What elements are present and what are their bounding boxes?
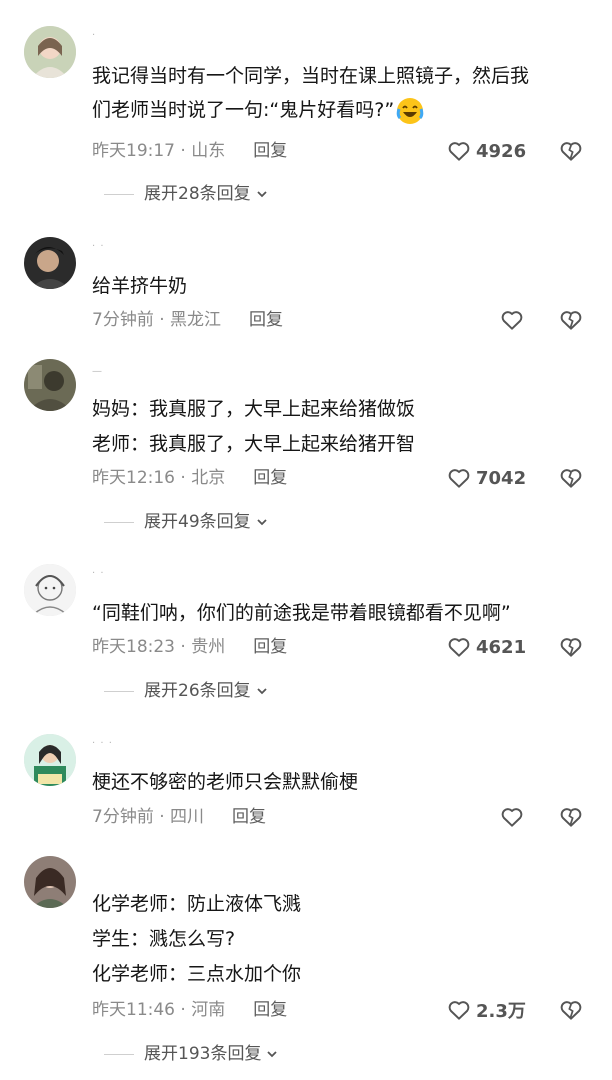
comment-location: 黑龙江 — [170, 310, 222, 330]
username[interactable]: — — [92, 366, 103, 377]
comment-text-line: 梗还不够密的老师只会默默偷梗 — [92, 771, 359, 793]
heart-outline-icon — [448, 142, 470, 161]
username[interactable]: · · — [92, 241, 105, 252]
comment-location: 山东 — [191, 141, 226, 161]
dislike-button[interactable] — [557, 463, 585, 493]
dislike-button[interactable] — [557, 305, 585, 335]
chevron-down-icon — [267, 1051, 278, 1058]
expand-replies-button[interactable]: 展开193条回复 — [104, 1039, 279, 1069]
avatar[interactable] — [24, 856, 76, 908]
comment-time: 昨天12:16 — [92, 468, 175, 488]
reply-button[interactable]: 回复 — [249, 310, 283, 330]
comment-location: 河南 — [191, 1000, 226, 1020]
divider — [104, 193, 134, 195]
reply-button[interactable]: 回复 — [232, 807, 266, 827]
expand-replies-label: 展开26条回复 — [144, 681, 251, 701]
comment-meta: 7分钟前 · 黑龙江 回复 — [92, 310, 284, 330]
username[interactable]: · · · — [92, 738, 113, 749]
like-button[interactable] — [499, 305, 529, 335]
like-count: 4926 — [476, 140, 527, 162]
avatar[interactable] — [24, 26, 76, 78]
dislike-button[interactable] — [557, 802, 585, 832]
reply-button[interactable]: 回复 — [253, 468, 287, 488]
reply-button[interactable]: 回复 — [253, 141, 287, 161]
broken-heart-icon — [560, 469, 582, 488]
comment-text-line: 们老师当时说了一句:“鬼片好看吗?” — [92, 93, 424, 127]
heart-outline-icon — [448, 1001, 470, 1020]
like-button[interactable] — [499, 802, 529, 832]
chevron-down-icon — [257, 191, 267, 198]
comment-meta: 昨天18:23 · 贵州 回复 — [92, 637, 288, 657]
broken-heart-icon — [560, 1001, 582, 1020]
chevron-down-icon — [257, 519, 267, 526]
comment-location: 北京 — [191, 468, 226, 488]
like-button[interactable]: 2.3万 — [446, 995, 526, 1025]
avatar[interactable] — [24, 237, 76, 289]
heart-outline-icon — [501, 311, 523, 330]
comment-text-line: 我记得当时有一个同学，当时在课上照镜子，然后我 — [92, 65, 530, 87]
comment-time: 7分钟前 — [92, 807, 154, 827]
comment-time: 7分钟前 — [92, 310, 154, 330]
comment-location: 贵州 — [191, 637, 226, 657]
chevron-down-icon — [257, 688, 267, 695]
like-count: 7042 — [476, 467, 527, 489]
like-button[interactable]: 4621 — [446, 632, 526, 662]
comment-text-line: 老师：我真服了，大早上起来给猪开智 — [92, 433, 416, 455]
avatar[interactable] — [24, 359, 76, 411]
username[interactable]: · · — [92, 568, 105, 579]
heart-outline-icon — [448, 469, 470, 488]
comment-meta: 7分钟前 · 四川 回复 — [92, 807, 267, 827]
reply-button[interactable]: 回复 — [253, 1000, 287, 1020]
like-button[interactable]: 7042 — [446, 463, 526, 493]
dislike-button[interactable] — [557, 136, 585, 166]
heart-outline-icon — [448, 638, 470, 657]
expand-replies-button[interactable]: 展开26条回复 — [104, 676, 269, 706]
comment-time: 昨天11:46 — [92, 1000, 175, 1020]
comment-meta: 昨天11:46 · 河南 回复 — [92, 1000, 288, 1020]
avatar[interactable] — [24, 734, 76, 786]
expand-replies-label: 展开193条回复 — [144, 1044, 262, 1064]
like-button[interactable]: 4926 — [446, 136, 526, 166]
broken-heart-icon — [560, 808, 582, 827]
comment-meta: 昨天12:16 · 北京 回复 — [92, 468, 288, 488]
expand-replies-button[interactable]: 展开49条回复 — [104, 507, 269, 537]
comment-text-line: 妈妈：我真服了，大早上起来给猪做饭 — [92, 398, 416, 420]
divider — [104, 1053, 134, 1055]
reply-button[interactable]: 回复 — [253, 637, 287, 657]
comment-text-line: 化学老师：防止液体飞溅 — [92, 893, 302, 915]
comment-location: 四川 — [170, 807, 205, 827]
expand-replies-label: 展开28条回复 — [144, 184, 251, 204]
comment-text-line: 学生：溅怎么写? — [92, 928, 236, 950]
comment-text-segment: 们老师当时说了一句:“鬼片好看吗?” — [92, 99, 395, 121]
username[interactable]: · — [92, 30, 96, 41]
comment-text-line: 化学老师：三点水加个你 — [92, 963, 302, 985]
expand-replies-button[interactable]: 展开28条回复 — [104, 179, 269, 209]
divider — [104, 690, 134, 692]
comment-time: 昨天19:17 — [92, 141, 175, 161]
divider — [104, 521, 134, 523]
crying-laughing-emoji-icon — [396, 97, 424, 124]
dislike-button[interactable] — [557, 632, 585, 662]
heart-outline-icon — [501, 808, 523, 827]
broken-heart-icon — [560, 311, 582, 330]
comment-meta: 昨天19:17 · 山东 回复 — [92, 141, 288, 161]
comment-time: 昨天18:23 — [92, 637, 175, 657]
broken-heart-icon — [560, 638, 582, 657]
like-count: 2.3万 — [476, 1001, 526, 1022]
like-count: 4621 — [476, 636, 527, 658]
avatar[interactable] — [24, 564, 76, 616]
comment-text-line: 给羊挤牛奶 — [92, 275, 188, 297]
broken-heart-icon — [560, 142, 582, 161]
dislike-button[interactable] — [557, 995, 585, 1025]
comment-text-line: “同鞋们呐，你们的前途我是带着眼镜都看不见啊” — [92, 602, 511, 624]
expand-replies-label: 展开49条回复 — [144, 512, 251, 532]
